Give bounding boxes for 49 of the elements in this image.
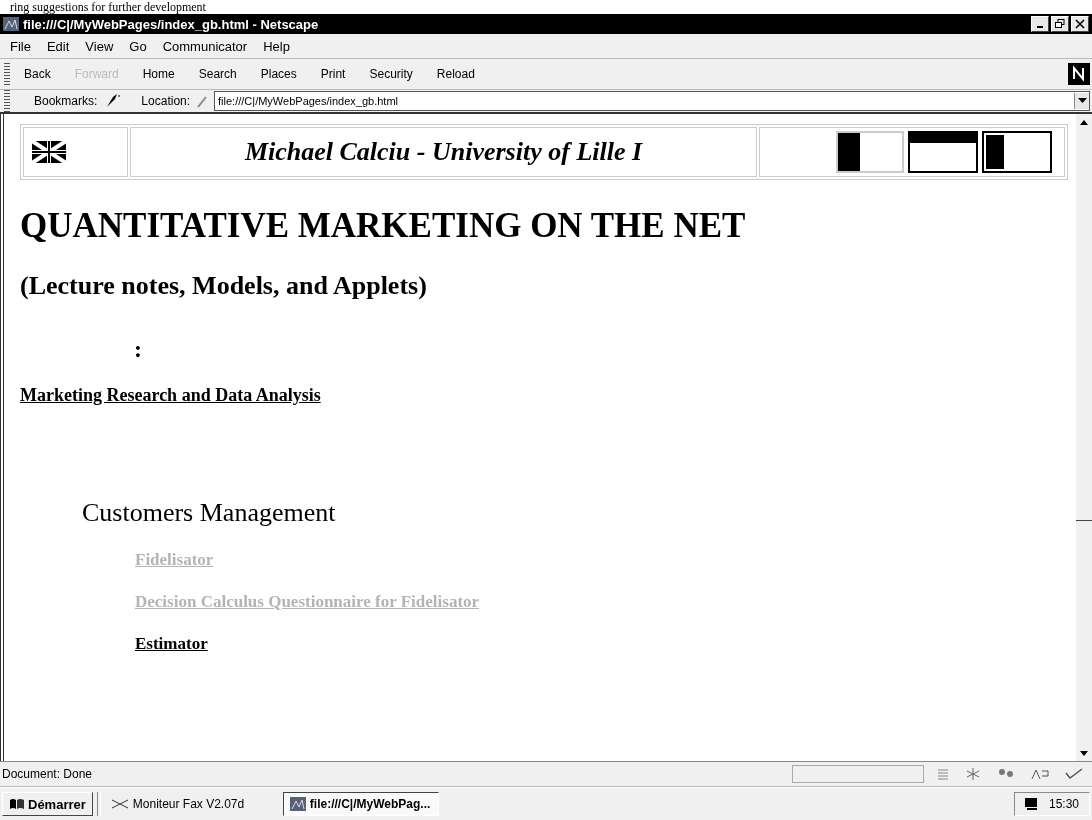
menu-item[interactable]: Communicator	[162, 38, 248, 54]
menu-item[interactable]: Edit	[46, 38, 70, 54]
splash-icon[interactable]	[964, 767, 982, 781]
minimize-icon	[1037, 26, 1043, 28]
top-filled-square-icon[interactable]	[908, 131, 978, 173]
clock: 15:30	[1048, 797, 1079, 811]
bookmarks-button[interactable]: Bookmarks:	[34, 94, 98, 108]
close-button[interactable]	[1071, 16, 1089, 32]
scroll-up-arrow-icon[interactable]	[1080, 119, 1088, 125]
menu-item[interactable]: File	[10, 38, 31, 54]
taskbar-button[interactable]: file:///C|/MyWebPag...	[282, 792, 439, 816]
close-icon	[1075, 19, 1085, 29]
start-logo-icon	[9, 797, 25, 811]
page-link[interactable]: Estimator	[135, 634, 208, 653]
menu-item[interactable]: Go	[129, 38, 147, 54]
toolbar-button[interactable]: Search	[188, 67, 247, 81]
menu-item[interactable]: View	[85, 38, 114, 54]
monitor-icon[interactable]	[1024, 798, 1039, 810]
menu-item[interactable]: Help	[263, 38, 290, 54]
scroll-down-arrow-icon[interactable]	[1080, 750, 1088, 756]
section-title: Customers Management	[82, 498, 337, 528]
toolbar-button[interactable]: Reload	[426, 67, 485, 81]
section-link[interactable]: Marketing Research and Data Analysis	[20, 385, 321, 405]
restore-icon	[1055, 19, 1065, 29]
toolbar-button[interactable]: Print	[310, 67, 356, 81]
colon-text: :	[134, 336, 142, 362]
banner-title: Michael Calciu - University of Lille I	[244, 137, 643, 167]
dropdown-arrow-icon[interactable]	[1077, 98, 1087, 104]
flag-icon[interactable]	[32, 141, 66, 163]
toolbar-button[interactable]: Home	[132, 67, 185, 81]
netscape-window-icon	[289, 797, 306, 811]
location-label: Location:	[141, 94, 191, 108]
cut-off-text: ring suggestions for further development	[10, 0, 206, 14]
fax-icon	[110, 799, 129, 809]
page-subheading: (Lecture notes, Models, and Applets)	[20, 270, 428, 302]
restore-button[interactable]	[1051, 16, 1069, 32]
toolbar-button[interactable]: Back	[14, 67, 61, 81]
page-heading: QUANTITATIVE MARKETING ON THE NET	[20, 206, 747, 246]
start-button[interactable]: Démarrer	[2, 792, 93, 816]
toolbar-button[interactable]: Places	[250, 67, 307, 81]
netscape-window-icon	[3, 17, 19, 31]
half-filled-square-icon[interactable]	[982, 131, 1052, 173]
vertical-scrollbar[interactable]	[1076, 114, 1092, 761]
minimize-button[interactable]	[1031, 16, 1049, 32]
window-title: file:///C|/MyWebPages/index_gb.html - Netscape	[23, 16, 320, 32]
toolbar-button[interactable]: Security	[359, 67, 423, 81]
netscape-logo-icon	[1068, 63, 1090, 85]
status-text: Document: Done	[1, 767, 94, 781]
location-field[interactable]: file:///C|/MyWebPages/index_gb.html	[214, 91, 1090, 111]
